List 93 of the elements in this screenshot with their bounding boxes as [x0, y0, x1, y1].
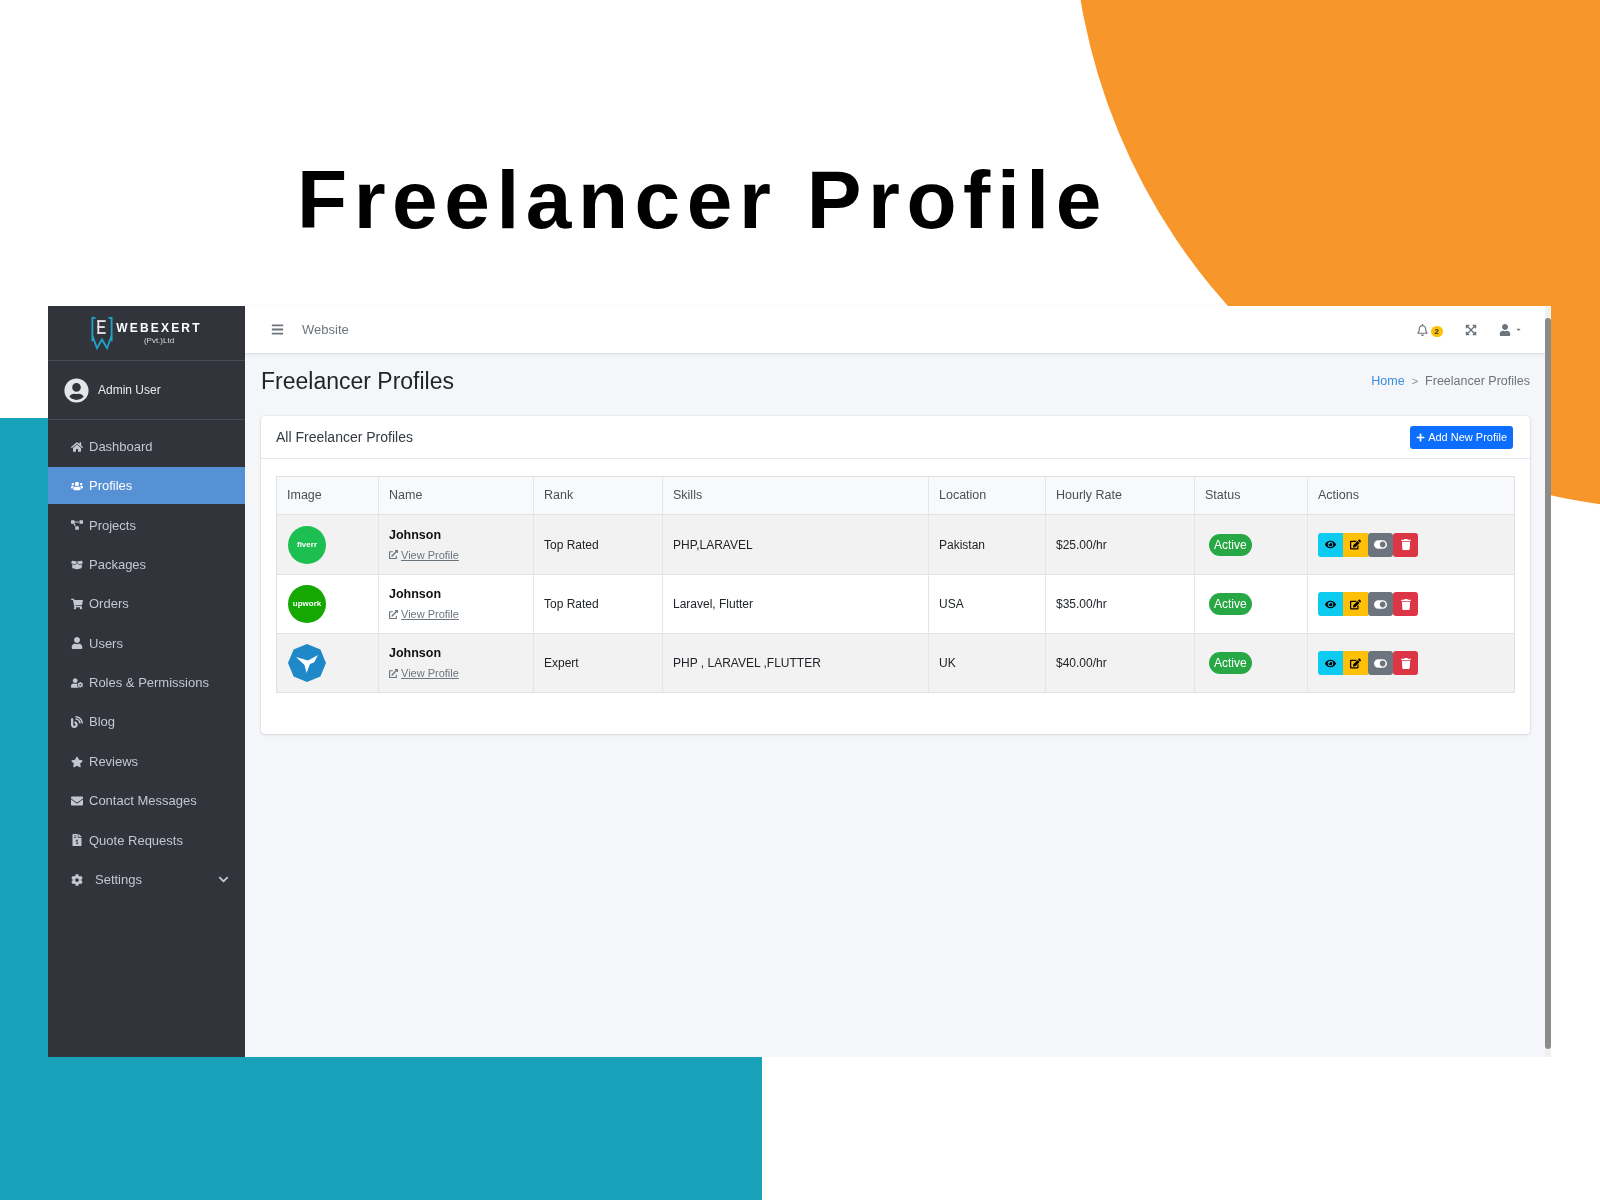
- profile-name: Johnson: [389, 645, 442, 663]
- toggle-button[interactable]: [1368, 532, 1393, 557]
- trash-icon: [1400, 598, 1411, 610]
- logo-icon: [91, 316, 114, 350]
- table-cell: Expert: [533, 634, 662, 692]
- column-header: Hourly Rate: [1045, 477, 1194, 514]
- view-profile-link[interactable]: View Profile: [389, 606, 459, 623]
- round-logo: fiverr: [288, 525, 326, 564]
- edit-button[interactable]: [1343, 592, 1368, 616]
- users-icon: [71, 479, 83, 492]
- toggle-button[interactable]: [1368, 592, 1393, 616]
- slide-title: Freelancer Profile: [297, 159, 1108, 241]
- sidebar-item[interactable]: Orders: [48, 585, 245, 623]
- blog-icon: [71, 716, 83, 729]
- edit-button[interactable]: [1343, 532, 1368, 557]
- view-button[interactable]: [1318, 592, 1343, 616]
- status-label: Active: [1209, 593, 1252, 615]
- sidebar-item[interactable]: Projects: [48, 506, 245, 544]
- toggle-icon: [1374, 597, 1387, 611]
- breadcrumb-current: Freelancer Profiles: [1425, 372, 1530, 390]
- trash-icon: [1400, 657, 1411, 669]
- fullscreen-icon[interactable]: [1465, 323, 1477, 336]
- star-icon: [71, 755, 83, 768]
- eye-icon: [1325, 598, 1336, 610]
- column-header: Actions: [1307, 477, 1514, 514]
- round-logo: upwork: [288, 585, 326, 623]
- sidebar-item[interactable]: Settings: [48, 861, 245, 899]
- column-header: Name: [378, 477, 533, 514]
- column-header: Image: [286, 487, 323, 505]
- sidebar-item[interactable]: Blog: [48, 703, 245, 741]
- status-label: Active: [1209, 652, 1252, 674]
- brand-name: WEBEXERT: [116, 321, 202, 334]
- avatar-icon: [64, 377, 89, 403]
- cart-icon: [71, 598, 83, 611]
- view-button[interactable]: [1318, 532, 1343, 557]
- external-link-icon: [389, 668, 398, 678]
- diagram-icon: [71, 519, 83, 532]
- toggle-button[interactable]: [1368, 651, 1393, 675]
- user-name[interactable]: Admin User: [98, 381, 161, 399]
- user-gear-icon: [71, 676, 83, 689]
- settings-icon: [71, 873, 83, 886]
- caret-icon[interactable]: [1515, 326, 1522, 333]
- scrollbar[interactable]: [1545, 306, 1551, 1057]
- table-cell: PHP , LARAVEL ,FLUTTER: [662, 634, 928, 692]
- column-header: Status: [1194, 477, 1307, 514]
- menu-icon[interactable]: [271, 323, 284, 336]
- view-profile-link[interactable]: View Profile: [389, 546, 459, 564]
- user-icon[interactable]: [1499, 323, 1511, 336]
- external-link-icon: [389, 609, 398, 619]
- external-link-icon: [389, 550, 398, 560]
- notification-count: 2: [1430, 325, 1443, 337]
- breadcrumb-separator: >: [1411, 373, 1419, 389]
- column-header: Skills: [662, 477, 928, 514]
- website-link[interactable]: Website: [302, 319, 349, 340]
- add-profile-button[interactable]: Add New Profile: [1410, 425, 1513, 449]
- plus-icon: [1416, 432, 1426, 442]
- sidebar-item[interactable]: Roles & Permissions: [48, 664, 245, 702]
- delete-button[interactable]: [1393, 532, 1418, 557]
- delete-button[interactable]: [1393, 592, 1418, 616]
- envelope-icon: [71, 795, 83, 807]
- toggle-icon: [1374, 538, 1387, 551]
- trash-icon: [1400, 539, 1411, 550]
- profile-name: Johnson: [389, 526, 442, 544]
- brand-tagline: (Pvt.)Ltd: [143, 336, 175, 345]
- delete-button[interactable]: [1393, 651, 1418, 675]
- card-title: All Freelancer Profiles: [276, 427, 413, 447]
- page-title: Freelancer Profiles: [261, 366, 455, 396]
- profile-name: Johnson: [389, 586, 442, 604]
- column-header: Rank: [533, 477, 662, 514]
- view-profile-link[interactable]: View Profile: [389, 665, 459, 682]
- eye-icon: [1325, 657, 1336, 669]
- edit-button[interactable]: [1343, 651, 1368, 675]
- sidebar-item[interactable]: Reviews: [48, 743, 245, 781]
- invoice-icon: [71, 834, 83, 847]
- bell-icon[interactable]: [1416, 323, 1428, 336]
- home-icon: [71, 440, 83, 453]
- user-icon: [71, 637, 83, 650]
- sidebar-item[interactable]: Users: [48, 624, 245, 662]
- view-button[interactable]: [1318, 651, 1343, 675]
- sidebar-item[interactable]: Quote Requests: [48, 821, 245, 859]
- status-label: Active: [1209, 533, 1252, 556]
- eye-icon: [1325, 539, 1336, 550]
- table-cell: $40.00/hr: [1045, 634, 1194, 692]
- box-icon: [71, 558, 83, 571]
- sidebar-item[interactable]: Dashboard: [48, 428, 245, 465]
- sidebar-item[interactable]: Contact Messages: [48, 782, 245, 820]
- sidebar-item[interactable]: Packages: [48, 546, 245, 584]
- toggle-icon: [1374, 656, 1387, 670]
- edit-icon: [1350, 657, 1361, 669]
- table-cell: UK: [928, 634, 1045, 692]
- edit-icon: [1350, 598, 1361, 610]
- edit-icon: [1350, 539, 1361, 550]
- column-header: Location: [928, 477, 1045, 514]
